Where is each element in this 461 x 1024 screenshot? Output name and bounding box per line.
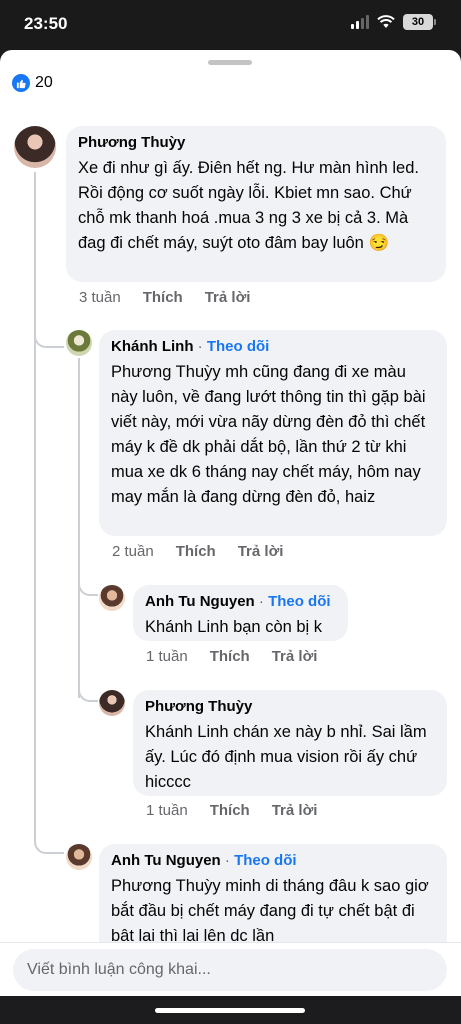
avatar[interactable] [99, 690, 125, 716]
like-button[interactable]: Thích [143, 289, 183, 306]
wifi-icon [377, 15, 395, 28]
like-button[interactable]: Thích [210, 648, 250, 665]
comment-actions: 2 tuần Thích Trả lời [112, 543, 305, 560]
like-reaction-icon [12, 74, 30, 92]
avatar[interactable] [14, 126, 56, 168]
battery-icon: 30 [403, 14, 436, 30]
comment-author-line: Anh Tu Nguyen · Theo dõi [145, 593, 336, 611]
avatar[interactable] [66, 844, 92, 870]
comment-author[interactable]: Phương Thuỳy [145, 698, 435, 716]
reaction-count: 20 [35, 74, 53, 91]
comment-time: 1 tuần [146, 802, 188, 819]
comments-sheet: 20 Phương Thuỳy Xe đi như gì ấy. Điên hế… [0, 50, 461, 996]
comment-author[interactable]: Anh Tu Nguyen [145, 593, 255, 610]
reply-button[interactable]: Trả lời [205, 289, 251, 306]
comment-actions: 1 tuần Thích Trả lời [146, 648, 339, 665]
home-indicator[interactable] [155, 1008, 305, 1013]
separator-dot: · [224, 852, 235, 869]
comment-time: 3 tuần [79, 289, 121, 306]
thread-connector [34, 326, 64, 348]
thread-line-nested [78, 358, 80, 698]
status-bar: 23:50 30 [0, 0, 461, 50]
comment-bubble: Phương Thuỳy Khánh Linh chán xe này b nh… [133, 690, 447, 796]
comment-text: Phương Thuỳy minh di tháng đâu k sao giơ… [111, 877, 429, 945]
comment-time: 1 tuần [146, 648, 188, 665]
like-button[interactable]: Thích [210, 802, 250, 819]
comment-author[interactable]: Khánh Linh [111, 338, 194, 355]
comment-text: Khánh Linh bạn còn bị k [145, 618, 323, 636]
follow-button[interactable]: Theo dõi [268, 593, 331, 610]
comment-bubble: Anh Tu Nguyen · Theo dõi Khánh Linh bạn … [133, 585, 348, 641]
like-button[interactable]: Thích [176, 543, 216, 560]
avatar[interactable] [66, 330, 92, 356]
reply-button[interactable]: Trả lời [272, 648, 318, 665]
comment-bubble: Khánh Linh · Theo dõi Phương Thuỳy mh cũ… [99, 330, 447, 536]
cellular-signal-icon [351, 15, 369, 29]
thread-connector [78, 576, 98, 596]
avatar[interactable] [99, 585, 125, 611]
thread-connector [78, 680, 98, 702]
thread-line-main [34, 172, 36, 842]
status-icons: 30 [351, 14, 436, 30]
thread-connector [34, 830, 64, 854]
comment-time: 2 tuần [112, 543, 154, 560]
separator-dot: · [258, 593, 269, 610]
comment-actions: 1 tuần Thích Trả lời [146, 802, 339, 819]
comment-text: Xe đi như gì ấy. Điên hết ng. Hư màn hìn… [78, 159, 419, 252]
comment-author[interactable]: Phương Thuỳy [78, 134, 434, 152]
comment-input[interactable]: Viết bình luận công khai... [13, 949, 447, 991]
comment-actions: 3 tuần Thích Trả lời [79, 289, 272, 306]
comment-text: Khánh Linh chán xe này b nhỉ. Sai lầm ấy… [145, 723, 427, 791]
separator-dot: · [197, 338, 207, 355]
comment-text: Phương Thuỳy mh cũng đang đi xe màu này … [111, 363, 426, 506]
comment-author[interactable]: Anh Tu Nguyen [111, 852, 221, 869]
reply-button[interactable]: Trả lời [238, 543, 284, 560]
follow-button[interactable]: Theo dõi [234, 852, 297, 869]
comment-composer: Viết bình luận công khai... [0, 942, 461, 996]
reply-button[interactable]: Trả lời [272, 802, 318, 819]
comment-bubble: Phương Thuỳy Xe đi như gì ấy. Điên hết n… [66, 126, 446, 282]
sheet-grabber[interactable] [208, 60, 252, 65]
comment-author-line: Khánh Linh · Theo dõi [111, 338, 435, 356]
follow-button[interactable]: Theo dõi [207, 338, 270, 355]
reaction-summary[interactable]: 20 [12, 74, 53, 92]
status-time: 23:50 [24, 14, 68, 33]
comment-author-line: Anh Tu Nguyen · Theo dõi [111, 852, 435, 870]
